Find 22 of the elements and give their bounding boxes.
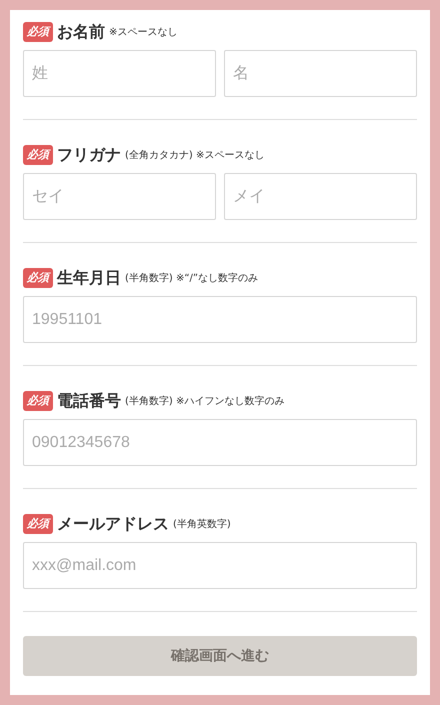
field-note: (半角英数字) xyxy=(173,518,231,531)
required-badge: 必須 xyxy=(23,268,53,288)
field-label: 電話番号 xyxy=(57,390,121,412)
field-note: (半角数字) ※“/”なし数字のみ xyxy=(125,272,258,285)
field-label: 生年月日 xyxy=(57,268,121,288)
field-label: フリガナ xyxy=(57,144,121,166)
required-badge: 必須 xyxy=(23,145,53,165)
field-note: (全角カタカナ) ※スペースなし xyxy=(125,149,264,162)
input-field[interactable]: 姓 xyxy=(23,50,216,97)
field-note: (半角数字) ※ハイフンなし数字のみ xyxy=(125,394,284,408)
required-badge: 必須 xyxy=(23,391,53,411)
input-field[interactable]: メイ xyxy=(224,173,417,220)
required-badge: 必須 xyxy=(23,514,53,534)
input-field[interactable]: 19951101 xyxy=(23,296,417,343)
field-label: メールアドレス xyxy=(57,514,169,534)
input-field[interactable]: xxx@mail.com xyxy=(23,542,417,589)
input-field[interactable]: セイ xyxy=(23,173,216,220)
input-field[interactable]: 09012345678 xyxy=(23,419,417,466)
field-note: ※スペースなし xyxy=(109,26,178,39)
input-field[interactable]: 名 xyxy=(224,50,417,97)
field-label: お名前 xyxy=(57,22,105,42)
required-badge: 必須 xyxy=(23,22,53,42)
